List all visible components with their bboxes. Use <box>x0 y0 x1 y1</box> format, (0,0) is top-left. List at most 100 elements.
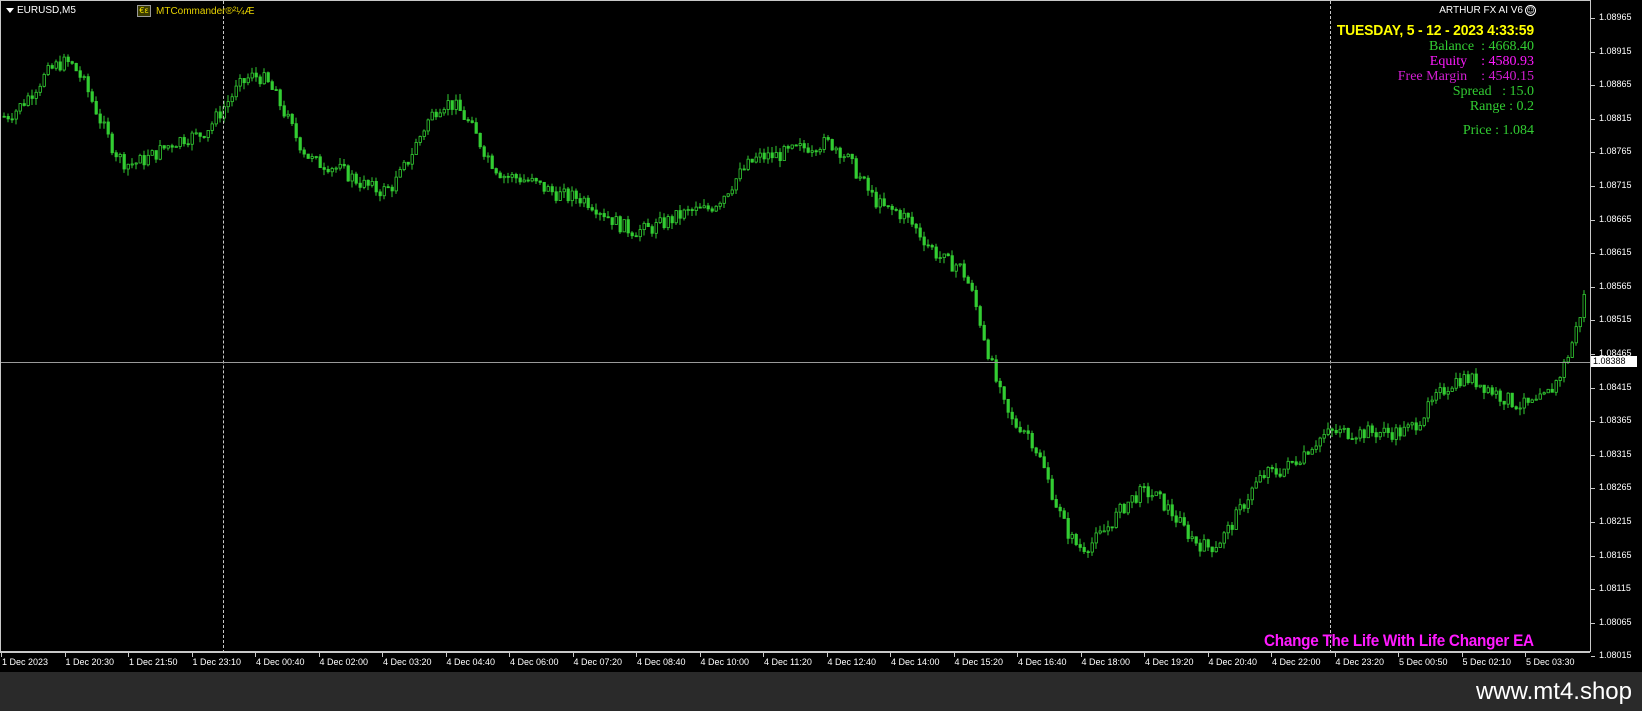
candle-body <box>294 123 298 139</box>
candle-body <box>586 197 590 208</box>
candle-body <box>978 306 982 326</box>
candle-body <box>1258 475 1262 483</box>
candle-body <box>1486 387 1490 393</box>
price-tick <box>1591 589 1595 591</box>
candle-body <box>950 255 954 272</box>
candle-body <box>414 142 418 156</box>
candle-body <box>362 179 366 188</box>
chart-plot-area[interactable]: EURUSD,M5 €ε MTCommander®²¼Æ ARTHUR FX A… <box>0 0 1591 653</box>
candle-body <box>1434 392 1438 401</box>
candle-body <box>1422 417 1426 426</box>
candle-body <box>714 205 718 212</box>
candle-body <box>194 132 198 135</box>
candle-body <box>882 198 886 207</box>
candle-body <box>450 100 454 110</box>
candle-body <box>470 120 474 123</box>
candle-body <box>1438 387 1442 393</box>
candle-body <box>326 168 330 173</box>
price-axis[interactable]: 1.08965 1.08915 1.08865 1.08815 1.08765 1.087… <box>1590 0 1642 660</box>
candle-body <box>722 195 726 204</box>
price-tick <box>1591 253 1595 255</box>
candle-body <box>1034 447 1038 454</box>
ea-status[interactable]: ARTHUR FX AI V6 ☺ <box>1439 5 1536 16</box>
candle-body <box>1318 437 1322 447</box>
candle-body <box>330 168 334 173</box>
candle-body <box>554 191 558 201</box>
candle-body <box>814 150 818 153</box>
candle-body <box>1038 452 1042 458</box>
candle-body <box>1174 515 1178 523</box>
candle-body <box>490 155 494 169</box>
candle-body <box>810 150 814 153</box>
candle-body <box>662 217 666 229</box>
candle-body <box>1366 425 1370 439</box>
candle-body <box>1022 430 1026 433</box>
candle-body <box>1142 486 1146 489</box>
candle-body <box>1274 468 1278 475</box>
price-label: 1.08415 <box>1599 381 1632 392</box>
candle-body <box>850 153 854 160</box>
candle-body <box>646 222 650 228</box>
time-axis[interactable]: 1 Dec 2023 1 Dec 20:30 1 Dec 21:50 1 Dec 23… <box>0 652 1590 672</box>
candle-body <box>962 263 966 278</box>
candle-body <box>458 99 462 111</box>
candle-body <box>1358 429 1362 439</box>
symbol-label[interactable]: EURUSD,M5 <box>6 5 76 16</box>
candle-body <box>1466 374 1470 384</box>
range-row: Range : 0.2 <box>1469 99 1534 114</box>
candle-body <box>1166 504 1170 511</box>
price-label: 1.08715 <box>1599 180 1632 190</box>
candle-body <box>910 216 914 225</box>
price-row: Price : 1.084 <box>1462 123 1534 138</box>
candle-body <box>286 113 290 117</box>
candle-body <box>1006 398 1010 413</box>
time-label: 4 Dec 03:20 <box>383 657 432 667</box>
candle-body <box>1446 391 1450 395</box>
candle-body <box>166 145 170 149</box>
candle-body <box>1078 544 1082 548</box>
dropdown-triangle-icon[interactable] <box>6 8 14 13</box>
candle-body <box>566 188 570 202</box>
price-tick <box>1591 622 1595 624</box>
candle-body <box>922 236 926 246</box>
candle-body <box>354 173 358 184</box>
price-tick <box>1591 656 1595 658</box>
time-label: 4 Dec 02:00 <box>319 657 369 667</box>
candle-body <box>338 163 342 169</box>
candle-body <box>710 208 714 212</box>
price-tick <box>1591 18 1595 19</box>
candle-body <box>350 173 354 182</box>
candle-body <box>578 198 582 204</box>
time-label: 4 Dec 07:20 <box>573 657 623 667</box>
candle-body <box>846 153 850 158</box>
candle-body <box>1242 504 1246 509</box>
price-label: 1.08115 <box>1599 583 1631 594</box>
candle-body <box>1010 411 1014 420</box>
candle-body <box>1386 427 1390 433</box>
candle-body <box>930 245 934 248</box>
candle-body <box>1346 427 1350 439</box>
datetime-display: TUESDAY, 5 - 12 - 2023 4:33:59 <box>1336 22 1534 39</box>
chart-window[interactable]: EURUSD,M5 €ε MTCommander®²¼Æ ARTHUR FX A… <box>0 0 1642 672</box>
candle-body <box>110 133 114 154</box>
expert-advisor-label[interactable]: €ε MTCommander®²¼Æ <box>137 5 255 17</box>
price-tick <box>1591 454 1595 456</box>
candle-body <box>1510 392 1514 408</box>
candle-body <box>1454 378 1458 389</box>
time-label: 4 Dec 19:20 <box>1145 657 1194 667</box>
candle-body <box>318 156 322 168</box>
candle-body <box>214 111 218 125</box>
candle-body <box>934 246 938 259</box>
candle-body <box>510 174 514 178</box>
candle-body <box>1302 451 1306 464</box>
time-label: 4 Dec 06:00 <box>510 657 559 667</box>
time-label: 4 Dec 20:40 <box>1208 657 1258 667</box>
candle-body <box>374 180 378 193</box>
candle-body <box>606 216 610 219</box>
time-label: 1 Dec 20:30 <box>65 657 115 667</box>
candle-body <box>422 130 426 137</box>
candle-body <box>282 105 286 117</box>
candle-body <box>1066 518 1070 539</box>
candle-body <box>666 216 670 229</box>
candle-body <box>870 189 874 193</box>
